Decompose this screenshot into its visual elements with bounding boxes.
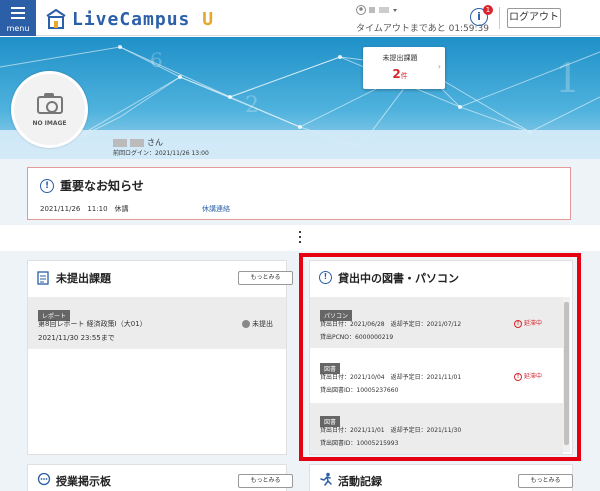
assignments-more-button[interactable]: もっとみる <box>238 271 293 285</box>
status-dot-icon <box>242 320 250 328</box>
vertical-ellipsis-icon <box>296 231 304 247</box>
bulletin-more-button[interactable]: もっとみる <box>238 474 293 488</box>
name-blur-2 <box>130 138 144 147</box>
name-suffix: さん <box>147 138 163 147</box>
no-image-label: NO IMAGE <box>32 120 67 127</box>
assignments-title: 未提出課題 <box>56 272 111 285</box>
highlight-frame <box>299 253 581 461</box>
unsubmitted-summary-card[interactable]: 未提出課題 2件 › <box>363 47 445 89</box>
user-status-icon <box>356 5 397 15</box>
chevron-right-icon: › <box>437 62 441 71</box>
profile-avatar[interactable]: NO IMAGE <box>11 71 88 148</box>
assignment-status-label: 未提出 <box>252 320 273 328</box>
logo-icon <box>46 8 66 29</box>
notice-title: 重要なお知らせ <box>60 179 144 193</box>
camera-icon <box>37 93 63 114</box>
name-blur-1 <box>113 138 127 147</box>
chat-icon <box>37 473 51 486</box>
notice-date: 2021/11/26 11:10 休講 <box>40 205 129 213</box>
activity-more-button[interactable]: もっとみる <box>518 474 573 488</box>
running-person-icon <box>320 472 332 486</box>
unsubmitted-count-value: 2 <box>392 67 401 81</box>
unsubmitted-summary-title: 未提出課題 <box>382 54 418 62</box>
unsubmitted-count-unit: 件 <box>400 72 408 80</box>
document-icon <box>37 271 49 285</box>
profile-strip <box>0 130 600 159</box>
header-divider <box>499 7 500 29</box>
timeout-text: タイムアウトまであと 01:59:39 <box>356 24 490 34</box>
assignment-deadline: 2021/11/30 23:55まで <box>38 334 115 342</box>
activity-title: 活動記録 <box>338 475 382 488</box>
logo-text[interactable]: LiveCampus U <box>72 9 214 30</box>
notice-link[interactable]: 休講連絡 <box>202 204 230 214</box>
user-name: さん <box>113 137 163 148</box>
bulletin-title: 授業掲示板 <box>56 475 111 488</box>
assignments-panel: 未提出課題 もっとみる レポート 第8回レポート 経済政策Ⅰ（大01） 未提出 … <box>27 260 293 455</box>
svg-text:6: 6 <box>150 48 163 72</box>
unsubmitted-summary-count: 2件 <box>363 67 437 81</box>
bulletin-panel: 授業掲示板 もっとみる <box>27 464 293 491</box>
important-notice-panel: ! 重要なお知らせ 2021/11/26 11:10 休講 休講連絡 <box>27 167 571 220</box>
user-status-icons[interactable] <box>356 4 400 19</box>
menu-button[interactable]: menu <box>0 0 36 36</box>
notification-badge: 1 <box>483 5 493 15</box>
activity-panel: 活動記録 もっとみる <box>309 464 573 491</box>
logo-main: LiveCampus <box>72 9 191 30</box>
logo-accent: U <box>202 9 215 30</box>
svg-text:2: 2 <box>245 93 259 118</box>
last-login: 前回ログイン：2021/11/26 13:00 <box>113 150 209 157</box>
assignment-item[interactable]: レポート 第8回レポート 経済政策Ⅰ（大01） 未提出 2021/11/30 2… <box>28 297 286 349</box>
assignment-name: 第8回レポート 経済政策Ⅰ（大01） <box>38 320 147 328</box>
menu-label: menu <box>6 24 30 33</box>
assignment-status: 未提出 <box>242 319 273 329</box>
alert-icon: ! <box>40 179 54 193</box>
svg-text:1: 1 <box>555 56 580 102</box>
hamburger-icon <box>11 7 25 22</box>
logout-button[interactable]: ログアウト <box>507 8 561 28</box>
